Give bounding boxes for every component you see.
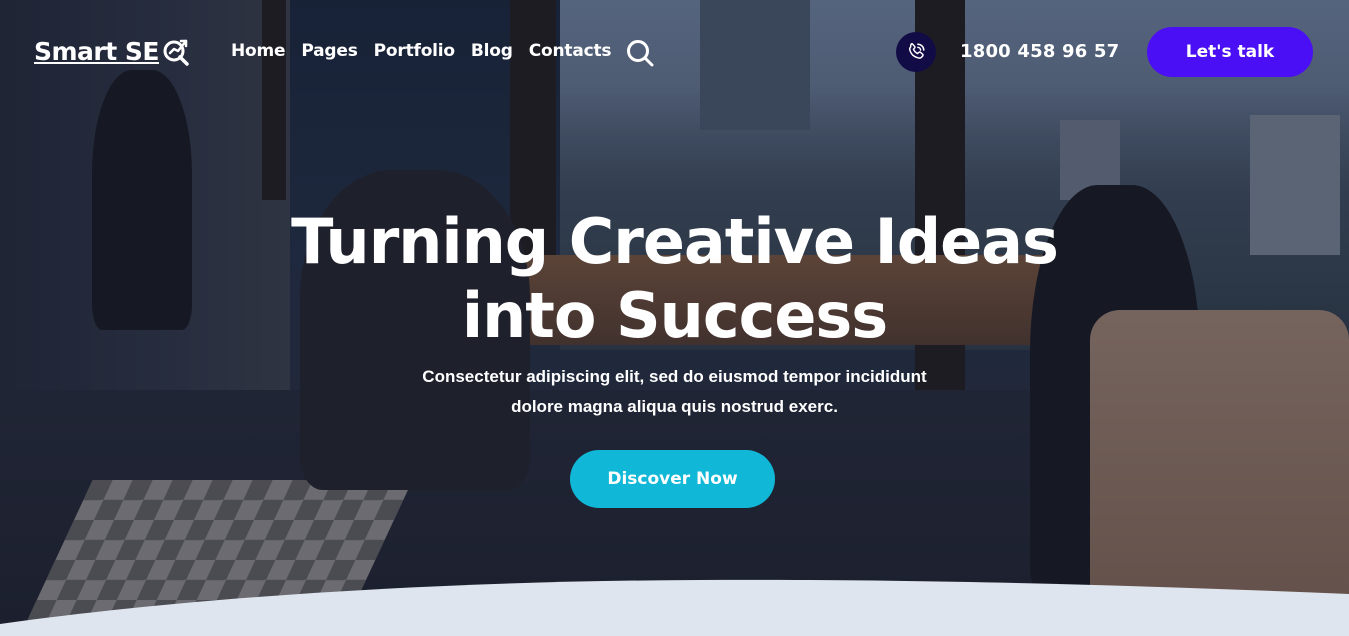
logo[interactable]: Smart SE (34, 36, 191, 66)
nav-contacts[interactable]: Contacts (529, 41, 612, 61)
nav-home[interactable]: Home (231, 41, 286, 61)
phone-number[interactable]: 1800 458 96 57 (960, 41, 1119, 62)
main-nav: Home Pages Portfolio Blog Contacts (231, 41, 612, 61)
phone-icon[interactable] (896, 32, 936, 72)
hero-title: Turning Creative Ideas into Success (0, 205, 1349, 353)
nav-pages[interactable]: Pages (301, 41, 357, 61)
hero-section: Smart SE Home Pages Portfolio Blog Conta… (0, 0, 1349, 636)
hero-subtitle: Consectetur adipiscing elit, sed do eius… (0, 362, 1349, 422)
site-header: Smart SE Home Pages Portfolio Blog Conta… (0, 26, 1349, 78)
hero-subtitle-line-1: Consectetur adipiscing elit, sed do eius… (422, 367, 927, 386)
hero-subtitle-line-2: dolore magna aliqua quis nostrud exerc. (511, 397, 838, 416)
magnifier-arrow-icon (163, 39, 189, 66)
logo-text: Smart SE (34, 36, 160, 66)
hero-title-line-2: into Success (461, 279, 888, 352)
nav-blog[interactable]: Blog (471, 41, 513, 61)
bottom-wave-divider (0, 579, 1349, 636)
search-button[interactable] (624, 37, 656, 69)
nav-portfolio[interactable]: Portfolio (374, 41, 455, 61)
search-icon (627, 40, 654, 67)
discover-now-button[interactable]: Discover Now (570, 450, 775, 508)
lets-talk-button[interactable]: Let's talk (1147, 27, 1313, 77)
hero-title-line-1: Turning Creative Ideas (291, 205, 1059, 278)
phone-glyph (908, 43, 925, 59)
